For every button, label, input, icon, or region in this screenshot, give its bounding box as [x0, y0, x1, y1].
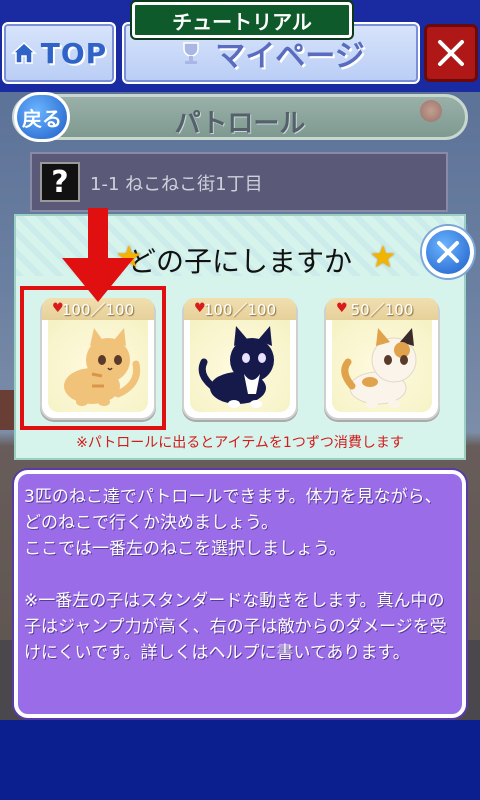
top-button-label: TOP [40, 36, 108, 70]
message-line-3: ※一番左の子はスタンダードな動きをします。真ん中の子はジャンプ力が高く、右の子は… [24, 591, 447, 663]
back-button[interactable]: 戻る [14, 92, 70, 142]
bottom-frame [0, 720, 480, 800]
back-button-label: 戻る [22, 106, 62, 131]
star-icon: ★ [369, 240, 397, 275]
close-icon [438, 40, 464, 66]
title-bar: パトロール [12, 94, 468, 140]
hp-value: 100／100 [203, 300, 277, 319]
heart-icon: ♥ [336, 301, 348, 316]
message-line-2: ここでは一番左のねこを選択しましょう。 [24, 539, 346, 559]
cat-portrait-black [198, 326, 274, 408]
hp-bar: ♥ 50／100 [326, 298, 438, 320]
tutorial-label: チュートリアル [132, 2, 352, 38]
hp-bar: ♥ 100／100 [184, 298, 296, 320]
panel-close-button[interactable] [422, 226, 474, 278]
flower-decoration [420, 100, 442, 122]
close-icon [437, 241, 459, 263]
cat-card-2[interactable]: ♥ 100／100 [182, 298, 298, 420]
hp-value: 50／100 [350, 300, 414, 319]
selection-highlight [20, 286, 166, 430]
page-title: パトロール [174, 109, 306, 139]
tutorial-message-box: 3匹のねこ達でパトロールできます。体力を見ながら、どのねこで行くか決めましょう。… [14, 470, 466, 718]
close-button[interactable] [424, 24, 478, 82]
stage-row[interactable]: ? 1-1 ねこねこ街1丁目 [30, 152, 448, 212]
home-icon [10, 41, 37, 64]
cat-portrait-calico [341, 328, 417, 408]
top-button[interactable]: TOP [2, 22, 116, 84]
trophy-icon [183, 42, 200, 64]
message-line-1: 3匹のねこ達でパトロールできます。体力を見ながら、どのねこで行くか決めましょう。 [24, 487, 442, 533]
arrow-down-icon [62, 208, 134, 302]
panel-note: ※パトロールに出るとアイテムを1つずつ消費します [76, 435, 404, 451]
question-mark-badge: ? [40, 162, 80, 202]
stage-name: 1-1 ねこねこ街1丁目 [90, 174, 263, 195]
cat-card-3[interactable]: ♥ 50／100 [324, 298, 440, 420]
heart-icon: ♥ [194, 301, 206, 316]
